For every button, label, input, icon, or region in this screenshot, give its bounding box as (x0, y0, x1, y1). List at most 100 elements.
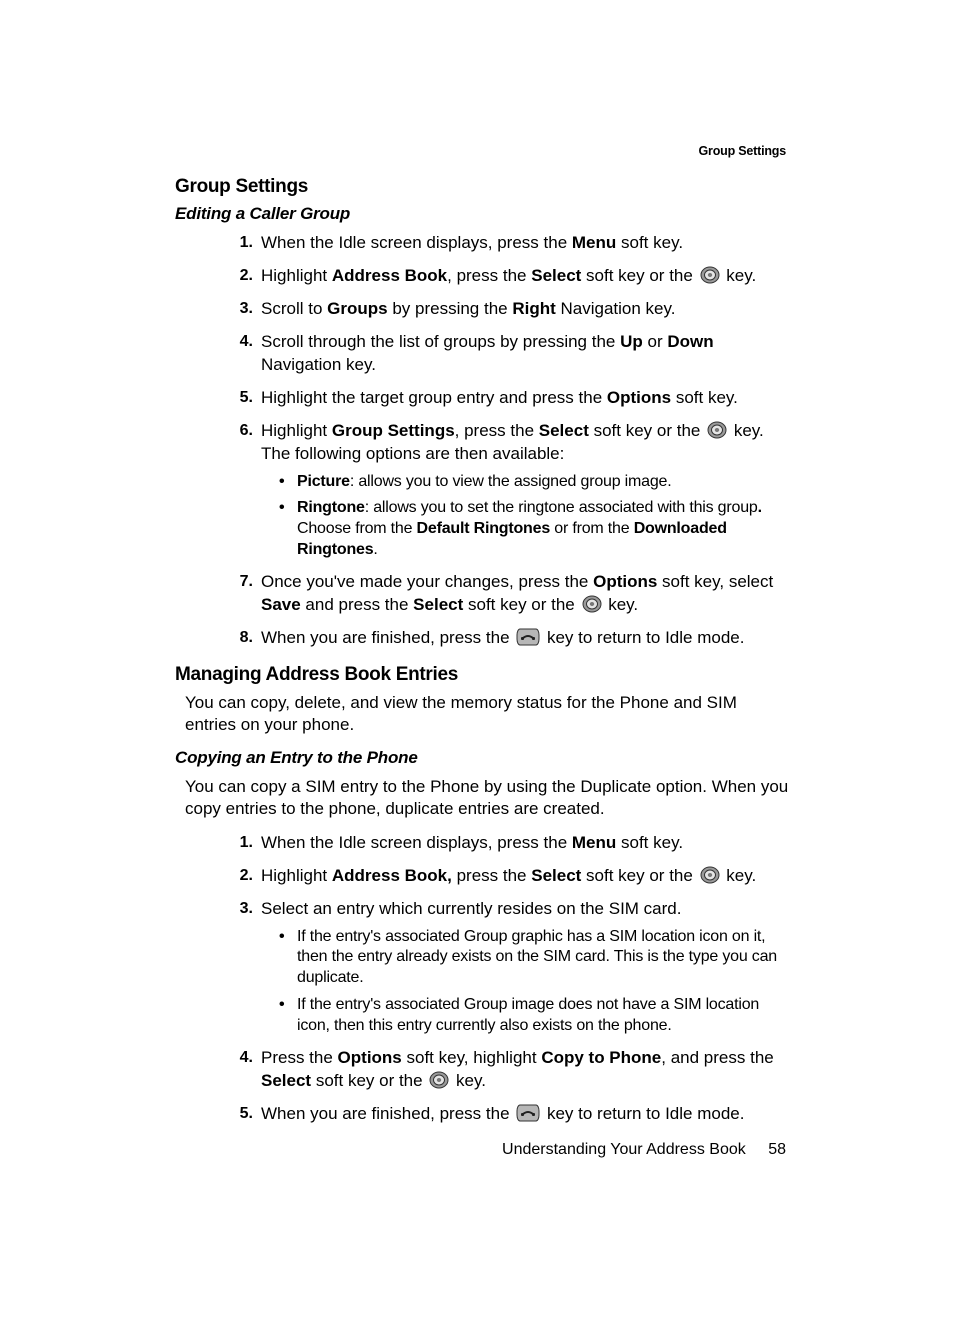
heading-group-settings: Group Settings (175, 176, 789, 198)
step-number: 5. (227, 387, 253, 409)
sub-bullets: If the entry's associated Group graphic … (279, 927, 789, 1037)
step-number: 6. (227, 420, 253, 442)
step-text: or (643, 332, 668, 351)
bullet-text: : allows you to set the ringtone associa… (365, 499, 758, 516)
step-text: soft key. (671, 388, 738, 407)
ok-key-icon (707, 421, 727, 439)
step-text: soft key or the (463, 595, 579, 614)
step-text: soft key or the (581, 866, 697, 885)
step-5: 5. When you are finished, press the key … (227, 1103, 789, 1126)
steps-copying-entry: 1. When the Idle screen displays, press … (227, 832, 789, 1126)
bold: Down (667, 332, 713, 351)
step-text: soft key. (616, 833, 683, 852)
step-number: 1. (227, 232, 253, 254)
ok-key-icon (582, 595, 602, 613)
bold: Address Book, (332, 866, 452, 885)
step-text: , and press the (661, 1048, 773, 1067)
bold: Options (593, 572, 657, 591)
step-number: 5. (227, 1103, 253, 1125)
step-text: Highlight (261, 866, 332, 885)
bold: Menu (572, 233, 616, 252)
bold: Select (531, 266, 581, 285)
step-number: 2. (227, 865, 253, 887)
step-text: Scroll through the list of groups by pre… (261, 332, 620, 351)
step-text: key. (451, 1071, 486, 1090)
end-key-icon (516, 628, 540, 646)
step-text: key. (604, 595, 639, 614)
step-text: When the Idle screen displays, press the (261, 233, 572, 252)
step-1: 1. When the Idle screen displays, press … (227, 232, 789, 255)
bold: Options (338, 1048, 402, 1067)
ok-key-icon (429, 1071, 449, 1089)
bullet-text: Choose from the (297, 520, 417, 537)
step-text: Select an entry which currently resides … (261, 899, 681, 918)
step-text: Highlight (261, 421, 332, 440)
bold: Select (261, 1071, 311, 1090)
step-text: key. (722, 266, 757, 285)
bullet-picture: Picture: allows you to view the assigned… (279, 472, 789, 493)
step-text: When you are finished, press the (261, 1104, 514, 1123)
heading-managing-entries: Managing Address Book Entries (175, 664, 789, 686)
paragraph-managing: You can copy, delete, and view the memor… (185, 692, 789, 736)
step-text: press the (452, 866, 531, 885)
step-3: 3. Select an entry which currently resid… (227, 898, 789, 1037)
ok-key-icon (700, 266, 720, 284)
step-text: Once you've made your changes, press the (261, 572, 593, 591)
step-text: soft key. (616, 233, 683, 252)
step-text: soft key or the (581, 266, 697, 285)
step-text: soft key, select (657, 572, 773, 591)
paragraph-copying: You can copy a SIM entry to the Phone by… (185, 776, 789, 820)
step-number: 3. (227, 898, 253, 920)
bold: Select (539, 421, 589, 440)
bold: Select (531, 866, 581, 885)
page-number: 58 (768, 1141, 786, 1158)
bold: Picture (297, 473, 350, 490)
step-7: 7. Once you've made your changes, press … (227, 571, 789, 617)
bold-dot: . (758, 499, 762, 516)
step-number: 3. (227, 298, 253, 320)
step-text: key to return to Idle mode. (542, 1104, 744, 1123)
bold: Copy to Phone (541, 1048, 661, 1067)
step-text: Scroll to (261, 299, 327, 318)
step-2: 2. Highlight Address Book, press the Sel… (227, 265, 789, 288)
step-text: Navigation key. (556, 299, 676, 318)
bullet-text: : allows you to view the assigned group … (350, 473, 672, 490)
step-text: Navigation key. (261, 355, 376, 374)
step-text: soft key, highlight (402, 1048, 542, 1067)
bold: Right (512, 299, 555, 318)
step-number: 1. (227, 832, 253, 854)
bold: Address Book (332, 266, 447, 285)
step-number: 8. (227, 627, 253, 649)
step-text: soft key or the (589, 421, 705, 440)
step-text: Press the (261, 1048, 338, 1067)
step-text: by pressing the (388, 299, 513, 318)
bold: Select (413, 595, 463, 614)
sub-bullets: Picture: allows you to view the assigned… (279, 472, 789, 561)
bold: Menu (572, 833, 616, 852)
step-text: and press the (301, 595, 413, 614)
step-4: 4. Press the Options soft key, highlight… (227, 1047, 789, 1093)
step-text: key to return to Idle mode. (542, 628, 744, 647)
step-3: 3. Scroll to Groups by pressing the Righ… (227, 298, 789, 321)
step-text: , press the (455, 421, 539, 440)
step-text: soft key or the (311, 1071, 427, 1090)
heading-copying-entry: Copying an Entry to the Phone (175, 748, 789, 768)
running-header: Group Settings (699, 144, 786, 158)
heading-editing-caller-group: Editing a Caller Group (175, 204, 789, 224)
bold: Groups (327, 299, 387, 318)
step-6: 6. Highlight Group Settings, press the S… (227, 420, 789, 561)
bold: Ringtone (297, 499, 365, 516)
bold: Default Ringtones (417, 520, 551, 537)
step-2: 2. Highlight Address Book, press the Sel… (227, 865, 789, 888)
step-text: Highlight (261, 266, 332, 285)
bullet-sim-icon: If the entry's associated Group graphic … (279, 927, 789, 989)
bold: Options (607, 388, 671, 407)
ok-key-icon (700, 866, 720, 884)
page-footer: Understanding Your Address Book 58 (502, 1141, 786, 1159)
step-text: Highlight the target group entry and pre… (261, 388, 607, 407)
step-number: 2. (227, 265, 253, 287)
bullet-no-sim-icon: If the entry's associated Group image do… (279, 995, 789, 1037)
document-page: Group Settings Group Settings Editing a … (0, 0, 954, 1319)
steps-editing-group: 1. When the Idle screen displays, press … (227, 232, 789, 650)
bold: Save (261, 595, 301, 614)
